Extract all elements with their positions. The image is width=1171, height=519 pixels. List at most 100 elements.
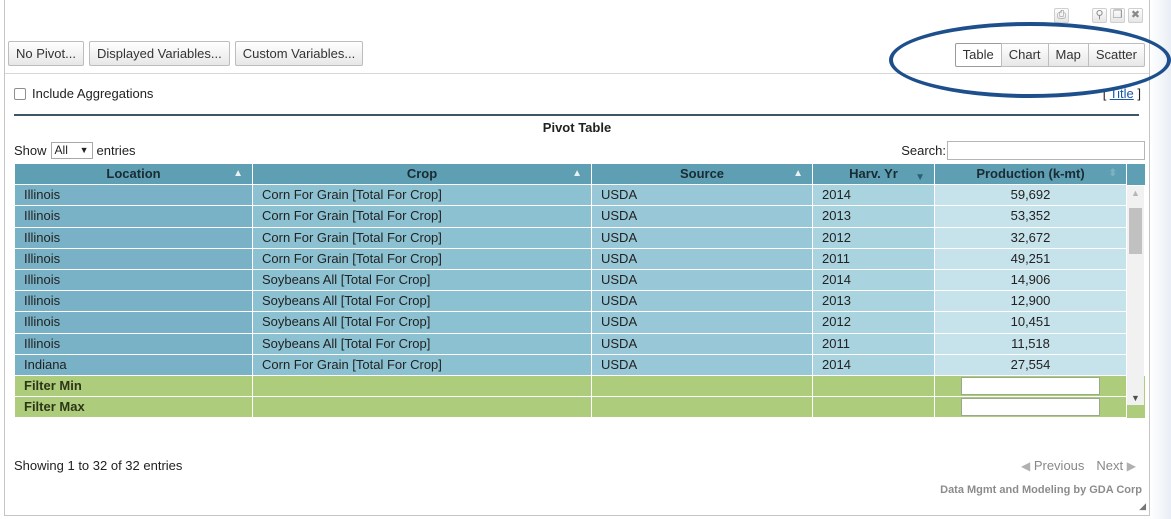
harvest-year-cell: 2014 (813, 269, 935, 292)
filter-empty-cell (253, 397, 592, 419)
custom-variables-button[interactable]: Custom Variables... (234, 41, 364, 66)
harvest-year-cell: 2013 (813, 206, 935, 228)
filter-min-input[interactable] (961, 376, 1100, 395)
crop-cell: Corn For Grain [Total For Crop] (253, 185, 592, 207)
column-header-crop[interactable]: Crop ▲ (253, 164, 592, 186)
harvest-year-cell: 2014 (813, 185, 935, 207)
location-cell: Indiana (15, 354, 253, 376)
view-switcher: Table Chart Map Scatter (954, 43, 1145, 67)
table-row: Illinois Corn For Grain [Total For Crop]… (15, 248, 1145, 270)
show-label: Show (14, 143, 47, 158)
column-header-harvest-year[interactable]: Harv. Yr ▼ (813, 164, 935, 186)
search-input[interactable] (947, 141, 1145, 160)
production-cell: 12,900 (935, 291, 1127, 313)
title-link-close-bracket: ] (1133, 86, 1141, 101)
entries-select[interactable]: All ▼ (50, 142, 93, 159)
sort-down-icon: ▼ (915, 172, 925, 183)
location-cell: Illinois (15, 185, 253, 207)
crop-cell: Soybeans All [Total For Crop] (253, 291, 592, 313)
toolbar-divider (5, 73, 1149, 74)
source-cell: USDA (592, 291, 813, 313)
print-icon[interactable]: ⎙ (1054, 8, 1069, 23)
entries-label: entries (96, 143, 136, 158)
previous-label: Previous (1033, 458, 1085, 473)
filter-max-label: Filter Max (15, 397, 253, 419)
close-icon[interactable]: ✖ (1128, 8, 1143, 23)
next-label: Next (1096, 458, 1124, 473)
production-cell: 49,251 (935, 248, 1127, 270)
table-row: Illinois Corn For Grain [Total For Crop]… (15, 185, 1145, 207)
source-cell: USDA (592, 248, 813, 270)
include-aggregations-label: Include Aggregations (32, 86, 154, 101)
table-header-row: Location ▲ Crop ▲ Source ▲ Harv. Yr ▼ Produc… (15, 164, 1145, 186)
table-row: Illinois Soybeans All [Total For Crop] U… (15, 291, 1145, 313)
column-header-source[interactable]: Source ▲ (592, 164, 813, 186)
crop-cell: Soybeans All [Total For Crop] (253, 312, 592, 334)
filter-max-input[interactable] (961, 398, 1100, 417)
filter-empty-cell (592, 397, 813, 419)
table-info: Showing 1 to 32 of 32 entries (14, 458, 183, 473)
production-cell: 27,554 (935, 354, 1127, 376)
column-header-location[interactable]: Location ▲ (15, 164, 253, 186)
resize-grip-icon[interactable]: ◢ (1139, 501, 1146, 512)
filter-min-cell (935, 375, 1127, 398)
filter-min-row: Filter Min (15, 375, 1145, 398)
production-cell: 53,352 (935, 206, 1127, 228)
pivot-data-table: Location ▲ Crop ▲ Source ▲ Harv. Yr ▼ Produc… (15, 164, 1145, 419)
sort-both-icon: ⬍ (1108, 168, 1117, 179)
title-link[interactable]: Title (1110, 86, 1134, 101)
production-cell: 32,672 (935, 227, 1127, 249)
chart-view-button[interactable]: Chart (1000, 43, 1049, 67)
filter-max-row: Filter Max (15, 397, 1145, 419)
restore-icon[interactable]: ❐ (1110, 8, 1125, 23)
harvest-year-cell: 2013 (813, 291, 935, 313)
filter-max-cell (935, 397, 1127, 419)
displayed-variables-button[interactable]: Displayed Variables... (88, 41, 230, 66)
chevron-down-icon: ▼ (79, 145, 89, 155)
table-scrollbar[interactable]: ▲ ▼ (1127, 186, 1144, 405)
column-header-label: Harv. Yr (849, 166, 898, 181)
table-search: Search: (901, 141, 1145, 160)
entries-length-control: Show All ▼ entries (14, 142, 136, 159)
column-header-production[interactable]: Production (k-mt) ⬍ (935, 164, 1127, 186)
filter-empty-cell (253, 375, 592, 398)
no-pivot-button[interactable]: No Pivot... (8, 41, 84, 66)
crop-cell: Soybeans All [Total For Crop] (253, 269, 592, 292)
include-aggregations-checkbox[interactable] (14, 87, 26, 100)
background-edge (1150, 0, 1171, 519)
scroll-down-icon[interactable]: ▼ (1131, 393, 1140, 403)
source-cell: USDA (592, 227, 813, 249)
column-header-label: Location (106, 166, 161, 181)
location-cell: Illinois (15, 248, 253, 270)
crop-cell: Corn For Grain [Total For Crop] (253, 354, 592, 376)
next-page-button[interactable]: Next ▶ (1096, 458, 1136, 473)
source-cell: USDA (592, 354, 813, 376)
scrollbar-thumb[interactable] (1129, 208, 1142, 254)
table-view-button[interactable]: Table (954, 43, 1002, 67)
sort-up-icon: ▲ (572, 168, 582, 179)
scatter-view-button[interactable]: Scatter (1087, 43, 1145, 67)
column-header-label: Crop (406, 166, 438, 181)
production-cell: 11,518 (935, 333, 1127, 355)
production-cell: 59,692 (935, 185, 1127, 207)
filter-empty-cell (592, 375, 813, 398)
table-row: Illinois Soybeans All [Total For Crop] U… (15, 269, 1145, 292)
previous-page-button[interactable]: ◀ Previous (1021, 458, 1084, 473)
table-row: Illinois Soybeans All [Total For Crop] U… (15, 312, 1145, 334)
pagination: ◀ Previous Next ▶ (1021, 458, 1136, 473)
harvest-year-cell: 2011 (813, 248, 935, 270)
arrow-right-icon: ▶ (1126, 459, 1136, 473)
map-view-button[interactable]: Map (1047, 43, 1089, 67)
pivot-table-window: ⎙ ⚲ ❐ ✖ No Pivot... Displayed Variables.… (0, 0, 1171, 519)
table-row: Indiana Corn For Grain [Total For Crop] … (15, 354, 1145, 376)
scroll-up-icon[interactable]: ▲ (1131, 188, 1140, 198)
location-cell: Illinois (15, 291, 253, 313)
location-cell: Illinois (15, 227, 253, 249)
filter-empty-cell (813, 375, 935, 398)
entries-select-value: All (54, 143, 68, 157)
search-label: Search: (901, 143, 946, 158)
aggregations-option[interactable]: Include Aggregations (14, 86, 153, 101)
pin-icon[interactable]: ⚲ (1092, 8, 1107, 23)
harvest-year-cell: 2012 (813, 227, 935, 249)
crop-cell: Corn For Grain [Total For Crop] (253, 227, 592, 249)
